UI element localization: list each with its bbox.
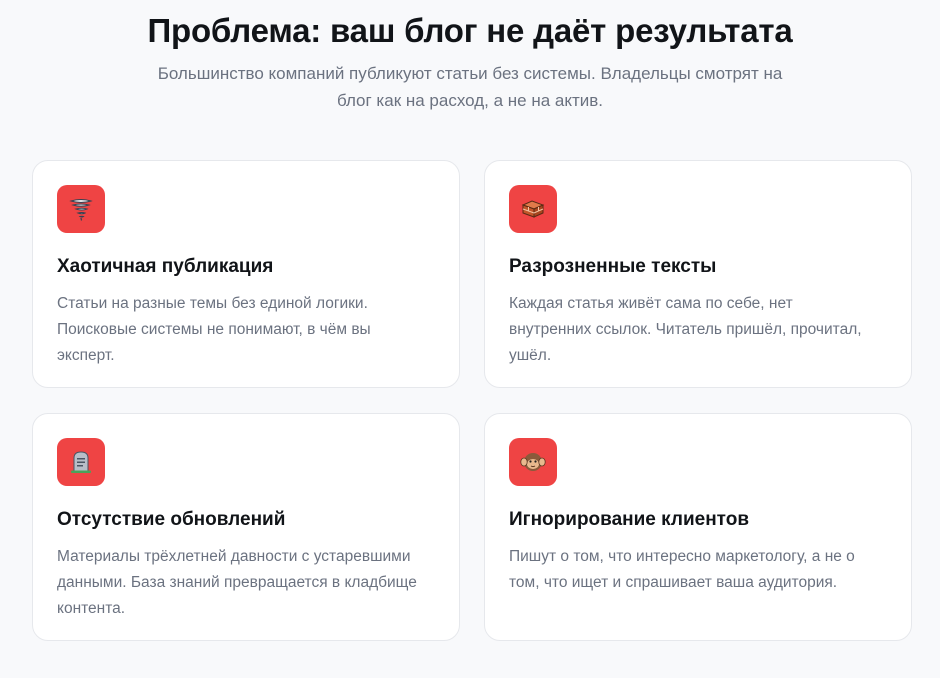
tornado-icon xyxy=(57,185,105,233)
page-title: Проблема: ваш блог не даёт результата xyxy=(147,12,793,49)
card-title: Отсутствие обновлений xyxy=(57,509,286,530)
bricks-icon xyxy=(509,185,557,233)
card-description: Каждая статья живёт сама по себе, нет вн… xyxy=(509,295,862,364)
problem-card-chaotic-publishing: Хаотичная публикация Статьи на разные те… xyxy=(32,160,460,388)
problem-card-ignoring-clients: Игнорирование клиентов Пишут о том, что … xyxy=(484,413,912,641)
card-title: Разрозненные тексты xyxy=(509,256,717,277)
problem-card-no-updates: Отсутствие обновлений Материалы трёхлетн… xyxy=(32,413,460,641)
card-description: Пишут о том, что интересно маркетологу, … xyxy=(509,548,855,591)
card-description: Материалы трёхлетней давности с устаревш… xyxy=(57,548,417,617)
card-title: Игнорирование клиентов xyxy=(509,509,750,530)
problem-card-scattered-texts: Разрозненные тексты Каждая статья живёт … xyxy=(484,160,912,388)
hear-no-evil-monkey-icon xyxy=(509,438,557,486)
headstone-icon xyxy=(57,438,105,486)
problem-section: Проблема: ваш блог не даёт результата Бо… xyxy=(0,0,940,678)
page-subtitle: Большинство компаний публикуют статьи бе… xyxy=(157,64,783,110)
card-title: Хаотичная публикация xyxy=(57,256,274,277)
card-description: Статьи на разные темы без единой логики.… xyxy=(57,295,371,364)
